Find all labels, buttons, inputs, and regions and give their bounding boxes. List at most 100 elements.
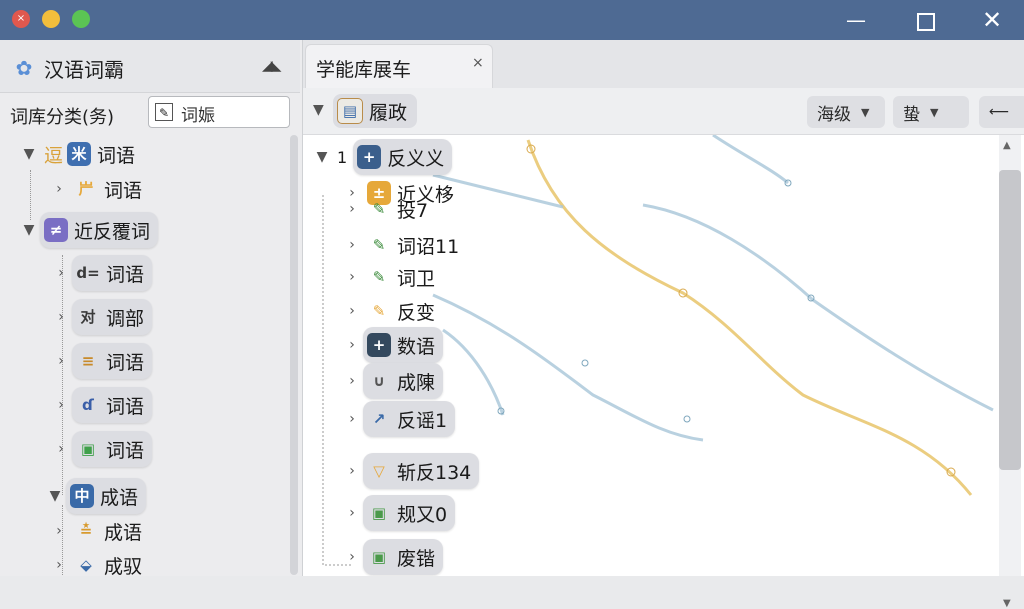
- word-node-label: 反谣1: [397, 409, 448, 432]
- tree-node-body: ≡ 词语: [72, 343, 153, 379]
- chevron-right-icon[interactable]: ›: [50, 309, 72, 325]
- chevron-down-icon[interactable]: ▼: [311, 149, 333, 165]
- main-panel: 学能库展车 × ▼ ▤ 履政 海级 ▼ 蛰 ▼ ⟵ ▼ 1 + 反义义 › ± …: [303, 40, 1024, 609]
- zoom-window-button[interactable]: [72, 10, 90, 28]
- tree-node[interactable]: ▼ 中成语: [44, 478, 147, 514]
- word-node-body: ▣ 规又0: [363, 495, 456, 531]
- chevron-right-icon[interactable]: ›: [50, 441, 72, 457]
- collapse-sidebar-icon[interactable]: ◢◣: [262, 58, 281, 74]
- word-node-body: ✎ 投7: [363, 191, 432, 227]
- chevron-right-icon[interactable]: ›: [341, 269, 363, 285]
- chevron-down-icon[interactable]: ▼: [44, 488, 66, 504]
- word-node[interactable]: › ∪ 成陳: [341, 363, 444, 399]
- chevron-right-icon[interactable]: ›: [341, 505, 363, 521]
- category-icon: 屵: [78, 180, 94, 198]
- tree-node-label: 近反覆词: [74, 220, 151, 243]
- word-node-body: ▽ 斩反134: [363, 453, 480, 489]
- word-icon: ✎: [372, 302, 386, 320]
- sidebar-header: ✿ 汉语词霸 ◢◣: [0, 40, 300, 93]
- sort-dropdown[interactable]: 蛰 ▼: [893, 96, 969, 128]
- chevron-right-icon[interactable]: ›: [48, 557, 70, 573]
- word-node-body: ✎ 反变: [363, 293, 439, 329]
- chevron-right-icon[interactable]: ›: [48, 181, 70, 197]
- word-node-body: ↗ 反谣1: [363, 401, 456, 437]
- word-node[interactable]: › ✎ 词诏11: [341, 227, 463, 263]
- tree-node[interactable]: › ≡ 词语: [50, 343, 153, 379]
- word-node[interactable]: › ▣ 废锴: [341, 539, 444, 575]
- tree-node[interactable]: › ɗ 词语: [50, 387, 153, 423]
- tab-close-icon[interactable]: ×: [472, 55, 484, 71]
- tree-node[interactable]: › ≛ 成语: [48, 513, 146, 549]
- tree-node-label: 词语: [97, 144, 136, 167]
- chevron-right-icon[interactable]: ›: [341, 411, 363, 427]
- level-dropdown[interactable]: 海级 ▼: [807, 96, 885, 128]
- sidebar: ✿ 汉语词霸 ◢◣ 词库分类(务) ✎ 词娠 ▼ 逗米词语 › 屵词语 ▼ ≠ 近反覆词 › d…: [0, 40, 303, 578]
- tree-node-body: 屵词语: [70, 171, 146, 207]
- word-node[interactable]: › ✎ 词卫: [341, 259, 439, 295]
- tree-node[interactable]: › 对调部: [50, 299, 153, 335]
- chevron-right-icon[interactable]: ›: [341, 549, 363, 565]
- chevron-down-icon[interactable]: ▼: [18, 222, 40, 238]
- sidebar-scrollbar[interactable]: [290, 135, 298, 575]
- word-node-body: ✎ 词卫: [363, 259, 439, 295]
- word-icon: ▣: [371, 548, 387, 566]
- tree-node[interactable]: ▼ 逗米词语: [18, 136, 139, 172]
- document-icon: ▤: [337, 98, 363, 124]
- tree-node-body: 逗米词语: [40, 136, 139, 172]
- tree-node[interactable]: › ▣ 词语: [50, 431, 153, 467]
- chevron-right-icon[interactable]: ›: [50, 397, 72, 413]
- word-node[interactable]: › ▣ 规又0: [341, 495, 456, 531]
- chevron-right-icon[interactable]: ›: [341, 463, 363, 479]
- chevron-down-icon[interactable]: ▼: [18, 146, 40, 162]
- minimize-window-button[interactable]: [42, 10, 60, 28]
- word-node-label: 反变: [397, 301, 436, 324]
- close-button[interactable]: ✕: [972, 6, 1012, 34]
- word-node[interactable]: › ▽ 斩反134: [341, 453, 480, 489]
- word-node-label: 词诏11: [397, 235, 460, 258]
- app-title: 汉语词霸: [44, 58, 124, 82]
- category-icon: ≡: [81, 352, 95, 370]
- chevron-right-icon[interactable]: ›: [50, 353, 72, 369]
- chevron-right-icon[interactable]: ›: [341, 337, 363, 353]
- level-dropdown-value: 海级: [817, 104, 851, 125]
- chevron-right-icon[interactable]: ›: [48, 523, 70, 539]
- main-scrollbar[interactable]: [999, 170, 1021, 470]
- word-node[interactable]: › ✎ 反变: [341, 293, 439, 329]
- close-window-button[interactable]: ×: [12, 10, 30, 28]
- tree-node-label: 词语: [106, 395, 145, 418]
- category-icon: 中: [70, 484, 94, 508]
- word-node-label: 数语: [397, 335, 436, 358]
- word-node-label: 废锴: [397, 547, 436, 570]
- toolbar-node[interactable]: ▤ 履政: [333, 94, 418, 128]
- category-icon: 对: [80, 308, 96, 326]
- expand-arrow-icon[interactable]: ▼: [313, 102, 324, 118]
- chevron-right-icon[interactable]: ›: [341, 303, 363, 319]
- chevron-right-icon[interactable]: ›: [341, 201, 363, 217]
- word-icon: +: [367, 333, 391, 357]
- tree-node-label: 词语: [106, 351, 145, 374]
- maximize-icon: [917, 12, 935, 31]
- minimize-button[interactable]: —: [836, 6, 876, 34]
- word-node-label: 投7: [397, 199, 429, 222]
- root-node[interactable]: ▼ 1 + 反义义: [311, 139, 453, 175]
- maximize-button[interactable]: [906, 6, 946, 34]
- edit-icon: ✎: [155, 103, 173, 121]
- chevron-right-icon[interactable]: ›: [50, 265, 72, 281]
- word-node[interactable]: › ↗ 反谣1: [341, 401, 456, 437]
- tree-node[interactable]: › 屵词语: [48, 171, 146, 207]
- chevron-right-icon[interactable]: ›: [341, 237, 363, 253]
- tree-node[interactable]: ▼ ≠ 近反覆词: [18, 212, 159, 248]
- tree-node[interactable]: › ⬙ 成驭: [48, 547, 146, 583]
- scroll-down-icon[interactable]: ▼: [1003, 598, 1011, 609]
- scroll-up-icon[interactable]: ▲: [1003, 140, 1011, 151]
- word-node-label: 斩反134: [397, 461, 472, 484]
- word-node[interactable]: › + 数语: [341, 327, 444, 363]
- chevron-right-icon[interactable]: ›: [341, 373, 363, 389]
- word-node[interactable]: › ✎ 投7: [341, 197, 432, 222]
- back-button[interactable]: ⟵: [979, 96, 1024, 128]
- sort-dropdown-value: 蛰: [903, 104, 920, 125]
- tree-node[interactable]: › d= 词语: [50, 255, 153, 291]
- category-filter-input[interactable]: ✎ 词娠: [148, 96, 290, 128]
- tab-library[interactable]: 学能库展车 ×: [305, 44, 493, 88]
- category-icon: 米: [67, 142, 92, 166]
